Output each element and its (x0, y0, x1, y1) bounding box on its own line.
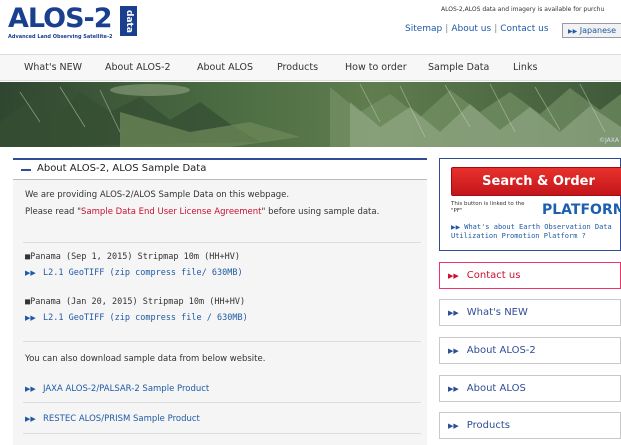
nav-products[interactable]: Products (277, 55, 318, 80)
divider (23, 242, 421, 243)
nav-how-to-order[interactable]: How to order (345, 55, 407, 80)
divider (23, 341, 421, 342)
sidebar-products[interactable]: ▶▶ Products (439, 412, 621, 439)
restec-link-text: RESTEC ALOS/PRISM Sample Product (43, 414, 200, 424)
double-arrow-icon: ▶▶ (568, 28, 578, 35)
platform-logo[interactable]: PLATFORM (542, 202, 621, 218)
lang-label: Japanese (579, 26, 617, 35)
sample-data-section: About ALOS-2, ALOS Sample Data We are pr… (13, 158, 427, 445)
restec-sample-link[interactable]: ▶▶ RESTEC ALOS/PRISM Sample Product (25, 414, 200, 424)
contact-us-link[interactable]: Contact us (500, 24, 548, 34)
logo-text: ALOS-2 (8, 3, 113, 34)
sidebar-contact-us[interactable]: ▶▶ Contact us (439, 262, 621, 289)
double-arrow-icon: ▶▶ (448, 422, 459, 430)
site-header: ALOS-2 data Advanced Land Observing Sate… (0, 0, 621, 50)
sidebar-btn-label: Contact us (466, 270, 521, 281)
main-nav: What's NEW About ALOS-2 About ALOS Produ… (0, 54, 621, 81)
section-title: About ALOS-2, ALOS Sample Data (37, 163, 207, 174)
divider (23, 433, 421, 434)
jaxa-link-text: JAXA ALOS-2/PALSAR-2 Sample Product (43, 384, 210, 394)
platform-info-link[interactable]: ▶▶ What's about Earth Observation Data Ut… (451, 223, 621, 241)
license-agreement-link[interactable]: Sample Data End User License Agreement (81, 207, 261, 217)
minus-icon (21, 169, 31, 171)
separator: | (445, 24, 449, 34)
double-arrow-icon: ▶▶ (25, 415, 36, 423)
external-download-text: You can also download sample data from b… (25, 354, 266, 364)
sample-download-link[interactable]: ▶▶ L2.1 GeoTIFF (zip compress file / 630M… (25, 313, 248, 323)
double-arrow-icon: ▶▶ (448, 385, 459, 393)
logo-badge: data (120, 6, 137, 36)
sidebar-whats-new[interactable]: ▶▶ What's NEW (439, 299, 621, 326)
separator: | (494, 24, 498, 34)
double-arrow-icon: ▶▶ (448, 272, 459, 280)
sample-title-text: Panama (Sep 1, 2015) Stripmap 10m (HH+HV… (30, 252, 240, 262)
sample-link-text: L2.1 GeoTIFF (zip compress file/ 630MB) (43, 268, 243, 278)
satellite-banner-image: ©JAXA (0, 82, 621, 147)
sample-title-text: Panama (Jan 20, 2015) Stripmap 10m (HH+H… (30, 297, 246, 307)
sidebar-btn-label: About ALOS (466, 383, 526, 394)
sample-link-text: L2.1 GeoTIFF (zip compress file / 630MB) (43, 313, 248, 323)
nav-links[interactable]: Links (513, 55, 537, 80)
sample-download-link[interactable]: ▶▶ L2.1 GeoTIFF (zip compress file/ 630MB… (25, 268, 243, 278)
jaxa-sample-link[interactable]: ▶▶ JAXA ALOS-2/PALSAR-2 Sample Product (25, 384, 209, 394)
site-logo[interactable]: ALOS-2 data Advanced Land Observing Sate… (8, 4, 138, 44)
license-text: Please read "Sample Data End User Licens… (25, 207, 379, 217)
mountain-terrain-image (0, 82, 621, 147)
sidebar-btn-label: About ALOS-2 (466, 345, 536, 356)
purchase-notice: ALOS-2,ALOS data and imagery is availabl… (441, 6, 605, 13)
divider (23, 402, 421, 403)
utility-links: Sitemap | About us | Contact us (405, 24, 549, 34)
sidebar-btn-label: Products (466, 420, 510, 431)
double-arrow-icon: ▶▶ (448, 309, 459, 317)
sample-title: ■Panama (Sep 1, 2015) Stripmap 10m (HH+H… (25, 252, 240, 262)
double-arrow-icon: ▶▶ (451, 224, 461, 231)
about-us-link[interactable]: About us (451, 24, 491, 34)
sitemap-link[interactable]: Sitemap (405, 24, 442, 34)
search-order-button[interactable]: Search & Order (451, 167, 621, 196)
nav-about-alos2[interactable]: About ALOS-2 (105, 55, 171, 80)
section-header: About ALOS-2, ALOS Sample Data (13, 158, 427, 180)
sidebar-about-alos[interactable]: ▶▶ About ALOS (439, 375, 621, 402)
platform-box: Search & Order This button is linked to … (439, 158, 621, 251)
banner-credit: ©JAXA (599, 137, 619, 144)
platform-link-text: What's about Earth Observation Data Util… (451, 223, 612, 240)
license-text-before: Please read " (25, 207, 82, 217)
double-arrow-icon: ▶▶ (25, 314, 36, 322)
sample-title: ■Panama (Jan 20, 2015) Stripmap 10m (HH+… (25, 297, 245, 307)
nav-whats-new[interactable]: What's NEW (24, 55, 82, 80)
nav-sample-data[interactable]: Sample Data (428, 55, 489, 80)
license-text-after: " before using sample data. (261, 207, 380, 217)
sidebar-about-alos2[interactable]: ▶▶ About ALOS-2 (439, 337, 621, 364)
double-arrow-icon: ▶▶ (448, 347, 459, 355)
sidebar-btn-label: What's NEW (466, 307, 528, 318)
double-arrow-icon: ▶▶ (25, 385, 36, 393)
japanese-language-button[interactable]: ▶▶ Japanese (562, 23, 621, 38)
double-arrow-icon: ▶▶ (25, 269, 36, 277)
logo-subtitle: Advanced Land Observing Satellite-2 (8, 34, 113, 40)
nav-about-alos[interactable]: About ALOS (197, 55, 253, 80)
intro-text: We are providing ALOS-2/ALOS Sample Data… (25, 190, 290, 200)
platform-note: This button is linked to the "PF" (451, 201, 525, 214)
